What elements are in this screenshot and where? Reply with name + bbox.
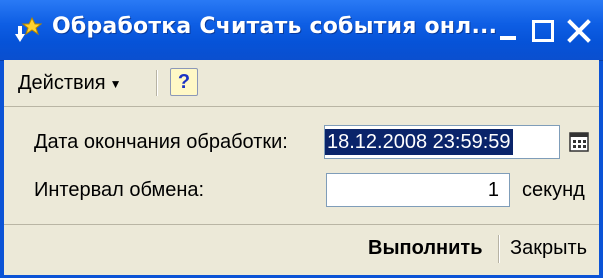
processing-icon — [14, 16, 43, 44]
run-button[interactable]: Выполнить — [368, 237, 483, 260]
toolbar-separator — [156, 70, 157, 96]
help-button[interactable]: ? — [170, 68, 198, 96]
maximize-icon[interactable] — [530, 18, 556, 44]
minimize-icon[interactable] — [496, 18, 522, 44]
interval-label: Интервал обмена: — [34, 179, 205, 201]
end-date-label: Дата окончания обработки: — [34, 131, 288, 153]
actions-menu-label: Действия — [18, 72, 106, 94]
end-date-value: 18.12.2008 23:59:59 — [325, 129, 513, 155]
interval-unit-label: секунд — [522, 179, 585, 201]
toolbar: Действия ▼ ? — [4, 60, 599, 107]
button-bar: Выполнить Закрыть — [4, 224, 599, 275]
interval-value: 1 — [487, 179, 499, 201]
button-separator — [498, 235, 499, 263]
window-title: Обработка Считать события онл... — [52, 14, 498, 39]
close-icon[interactable] — [566, 18, 592, 44]
title-bar[interactable]: Обработка Считать события онл... — [0, 0, 603, 61]
calendar-icon[interactable] — [564, 125, 594, 159]
actions-menu[interactable]: Действия ▼ — [14, 69, 126, 97]
help-icon: ? — [177, 71, 191, 93]
end-date-field[interactable]: 18.12.2008 23:59:59 — [324, 125, 560, 159]
interval-field[interactable]: 1 — [326, 173, 510, 207]
dialog-window: Обработка Считать события онл... Действи… — [0, 0, 603, 278]
chevron-down-icon: ▼ — [109, 76, 122, 91]
close-button[interactable]: Закрыть — [510, 237, 587, 260]
form-area: Дата окончания обработки: 18.12.2008 23:… — [4, 107, 599, 224]
